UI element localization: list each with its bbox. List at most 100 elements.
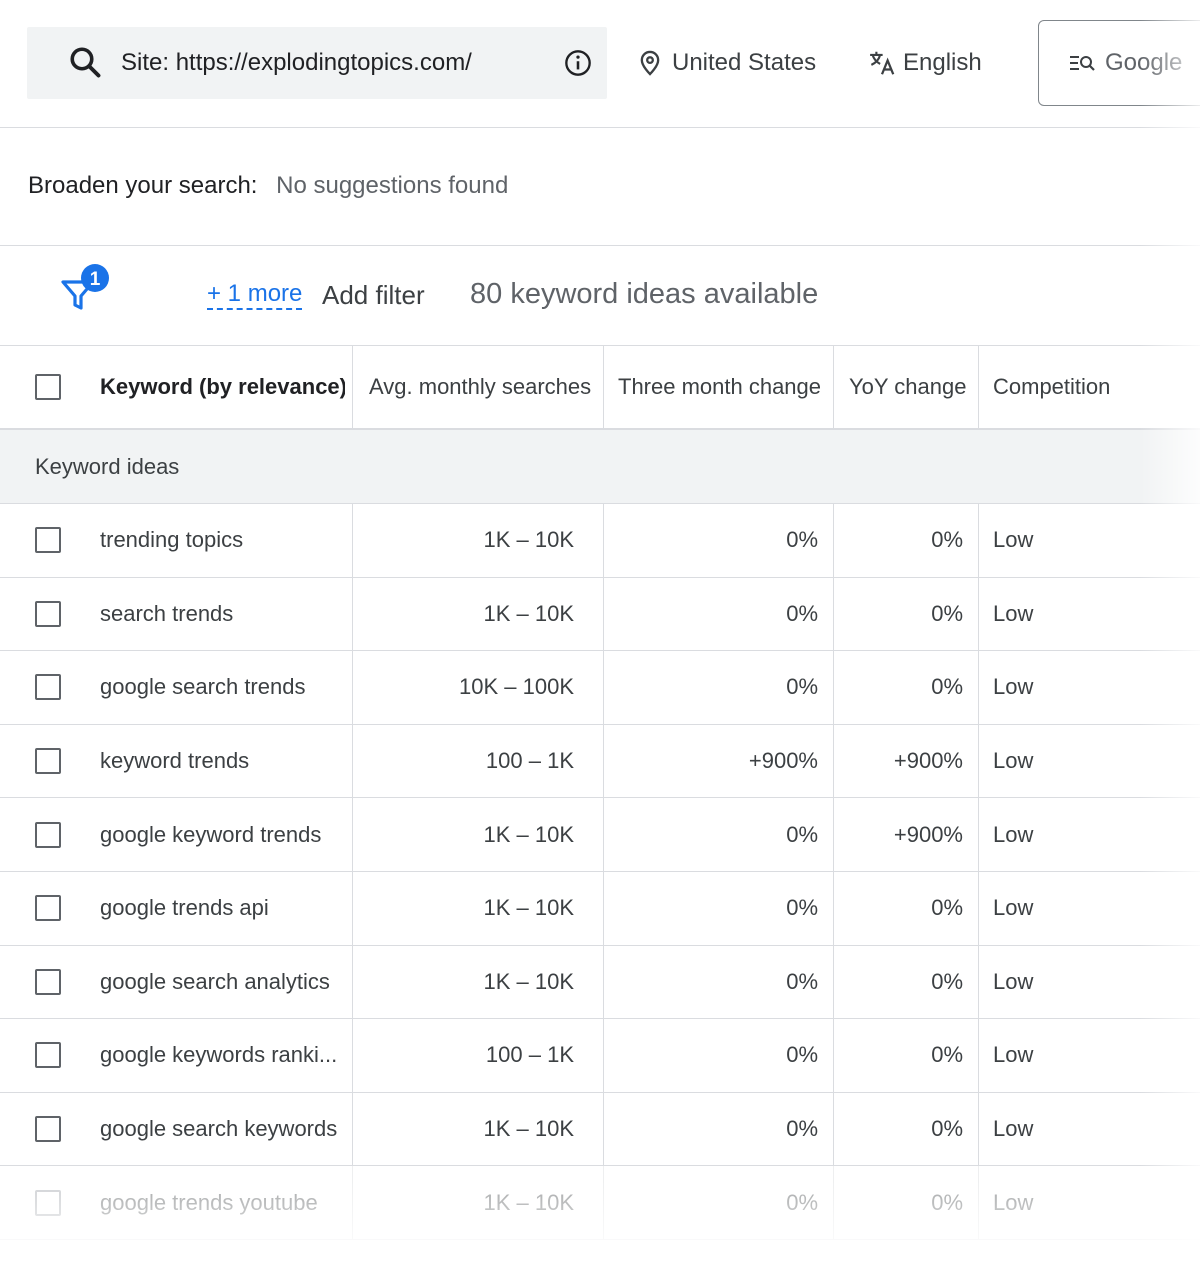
avg-searches-cell: 1K – 10K (483, 600, 574, 626)
search-icon (70, 47, 101, 78)
column-divider (978, 504, 979, 577)
avg-searches-cell: 1K – 10K (483, 821, 574, 847)
three-month-change-cell: 0% (786, 527, 818, 553)
row-checkbox[interactable] (35, 527, 61, 554)
table-row[interactable]: google trends api 1K – 10K 0% 0% Low (0, 871, 1200, 946)
header-keyword[interactable]: Keyword (by relevance) (100, 346, 345, 428)
language-label: English (903, 49, 982, 76)
avg-searches-cell: 1K – 10K (483, 1116, 574, 1142)
keyword-cell[interactable]: trending topics (100, 504, 345, 577)
top-bar: Site: https://explodingtopics.com/ Unite… (0, 0, 1200, 128)
keyword-cell[interactable]: search trends (100, 578, 345, 651)
table-header: Keyword (by relevance) Avg. monthly sear… (0, 345, 1200, 430)
row-select-cell (35, 1019, 65, 1092)
yoy-change-cell: 0% (931, 600, 963, 626)
row-checkbox[interactable] (35, 1042, 61, 1069)
avg-searches-cell: 1K – 10K (483, 1189, 574, 1215)
keyword-ideas-count: 80 keyword ideas available (470, 278, 819, 310)
location-selector[interactable]: United States (636, 46, 816, 80)
header-yoy-change[interactable]: YoY change (849, 346, 974, 428)
language-selector[interactable]: English (867, 46, 982, 80)
filter-badge-count: 1 (90, 269, 101, 290)
column-divider (978, 798, 979, 871)
select-all-checkbox[interactable] (35, 374, 61, 400)
competition-cell: Low (993, 895, 1034, 921)
yoy-change-cell: 0% (931, 968, 963, 994)
yoy-change-cell: +900% (893, 821, 963, 847)
row-checkbox[interactable] (35, 600, 61, 627)
keyword-cell[interactable]: keyword trends (100, 725, 345, 798)
competition-cell: Low (993, 1189, 1034, 1215)
avg-searches-cell: 100 – 1K (485, 748, 574, 774)
add-filter-button[interactable]: Add filter (322, 280, 425, 311)
competition-cell: Low (993, 1042, 1034, 1068)
select-all-cell (35, 346, 65, 428)
table-row[interactable]: google search trends 10K – 100K 0% 0% Low (0, 651, 1200, 725)
column-divider (978, 346, 979, 428)
avg-searches-cell: 1K – 10K (483, 527, 574, 553)
section-label: Keyword ideas (35, 454, 180, 479)
table-row[interactable]: google trends youtube 1K – 10K 0% 0% Low (0, 1166, 1200, 1240)
row-select-cell (35, 798, 65, 871)
keyword-cell[interactable]: google trends youtube (100, 1166, 345, 1239)
table-row[interactable]: google keywords ranki... 100 – 1K 0% 0% Low (0, 1019, 1200, 1093)
table-row[interactable]: search trends 1K – 10K 0% 0% Low (0, 577, 1200, 652)
header-competition[interactable]: Competition (993, 346, 1193, 428)
competition-cell: Low (993, 821, 1034, 847)
yoy-change-cell: 0% (931, 1116, 963, 1142)
search-network-button[interactable]: Google (1038, 20, 1200, 106)
keyword-cell[interactable]: google search keywords (100, 1093, 345, 1166)
more-filters-link[interactable]: + 1 more (207, 280, 303, 310)
keyword-cell[interactable]: google search trends (100, 651, 345, 724)
column-divider (978, 724, 979, 798)
table-row[interactable]: trending topics 1K – 10K 0% 0% Low (0, 504, 1200, 578)
row-checkbox[interactable] (35, 674, 61, 701)
column-divider (352, 346, 353, 428)
keyword-cell[interactable]: google keywords ranki... (100, 1019, 345, 1092)
filter-icon[interactable]: 1 (58, 262, 114, 314)
row-checkbox[interactable] (35, 821, 61, 848)
section-keyword-ideas: Keyword ideas (0, 430, 1200, 504)
three-month-change-cell: 0% (786, 1042, 818, 1068)
table-row[interactable]: google keyword trends 1K – 10K 0% +900% Low (0, 798, 1200, 872)
header-avg-monthly-searches[interactable]: Avg. monthly searches (369, 346, 599, 428)
column-divider (978, 1166, 979, 1239)
keyword-cell[interactable]: google search analytics (100, 946, 345, 1019)
table-row[interactable]: keyword trends 100 – 1K +900% +900% Low (0, 724, 1200, 799)
search-query-text[interactable]: Site: https://explodingtopics.com/ (121, 49, 472, 77)
column-divider (978, 1092, 979, 1166)
yoy-change-cell: +900% (893, 748, 963, 774)
row-checkbox[interactable] (35, 748, 61, 775)
broaden-label: Broaden your search: (28, 172, 258, 199)
site-search-box[interactable]: Site: https://explodingtopics.com/ (27, 27, 607, 99)
yoy-change-cell: 0% (931, 895, 963, 921)
row-checkbox[interactable] (35, 895, 61, 922)
three-month-change-cell: 0% (786, 821, 818, 847)
avg-searches-cell: 100 – 1K (485, 1042, 574, 1068)
yoy-change-cell: 0% (931, 1189, 963, 1215)
divider (0, 245, 1200, 246)
competition-cell: Low (993, 1116, 1034, 1142)
column-divider (978, 871, 979, 945)
three-month-change-cell: 0% (786, 1116, 818, 1142)
info-icon[interactable] (564, 49, 592, 77)
three-month-change-cell: 0% (786, 968, 818, 994)
table-row[interactable]: google search analytics 1K – 10K 0% 0% Low (0, 945, 1200, 1020)
table-row[interactable]: google search keywords 1K – 10K 0% 0% Low (0, 1092, 1200, 1167)
row-checkbox[interactable] (35, 1116, 61, 1143)
row-checkbox[interactable] (35, 1189, 61, 1216)
yoy-change-cell: 0% (931, 1042, 963, 1068)
translate-icon (870, 51, 895, 75)
competition-cell: Low (993, 600, 1034, 626)
yoy-change-cell: 0% (931, 674, 963, 700)
location-pin-icon (640, 50, 660, 76)
keyword-cell[interactable]: google keyword trends (100, 798, 345, 871)
competition-cell: Low (993, 968, 1034, 994)
keyword-cell[interactable]: google trends api (100, 872, 345, 945)
row-checkbox[interactable] (35, 968, 61, 995)
column-divider (978, 651, 979, 724)
header-three-month-change[interactable]: Three month change (618, 346, 828, 428)
competition-cell: Low (993, 748, 1034, 774)
row-select-cell (35, 651, 65, 724)
three-month-change-cell: 0% (786, 895, 818, 921)
